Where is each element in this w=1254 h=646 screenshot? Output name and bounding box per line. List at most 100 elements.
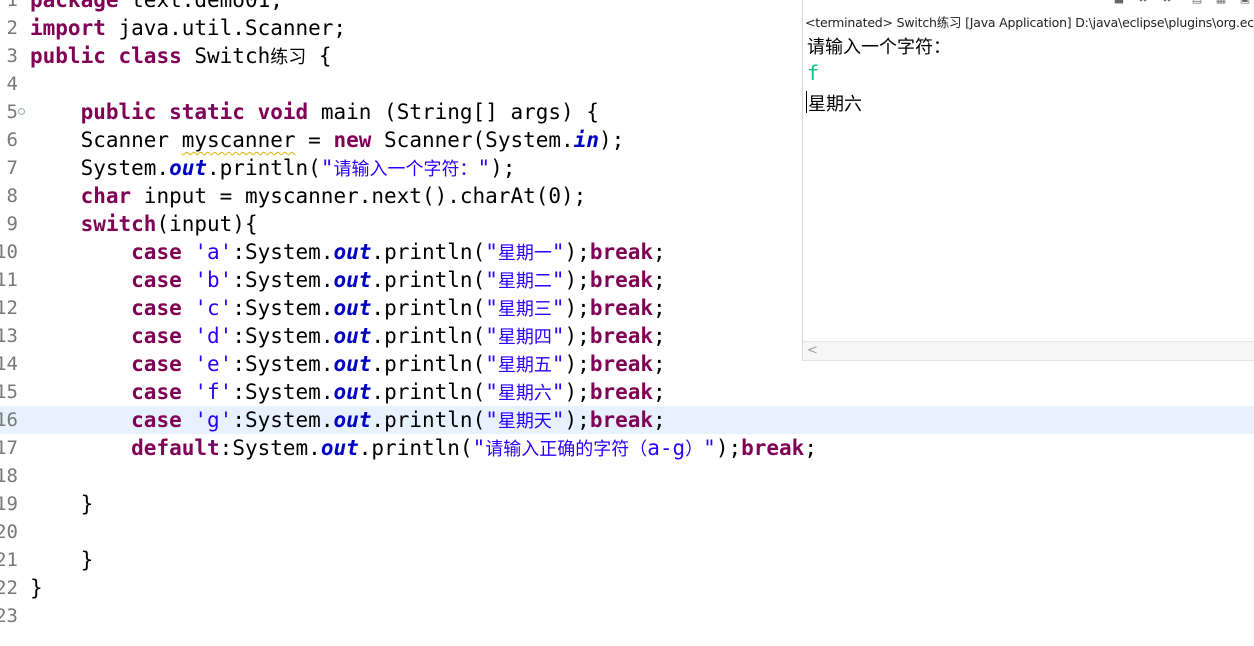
code-token: .println( bbox=[371, 268, 486, 292]
code-text: default:System.out.println("请输入正确的字符（a-g… bbox=[30, 434, 817, 464]
code-token: ); bbox=[564, 324, 590, 348]
code-token: :System. bbox=[232, 240, 334, 264]
code-token: import bbox=[30, 16, 106, 40]
code-token: 星期六 bbox=[497, 383, 552, 404]
code-token: ） bbox=[685, 439, 704, 460]
line-number: 5 bbox=[6, 101, 18, 123]
code-line[interactable]: 23 bbox=[0, 602, 1254, 630]
code-text: switch(input){ bbox=[30, 210, 258, 238]
code-line[interactable]: 16 case 'g':System.out.println("星期天");br… bbox=[0, 406, 1254, 434]
code-token: .println( bbox=[371, 240, 486, 264]
console-view[interactable]: ■ ✖ ✖ ▤ ▦ ▣ <terminated> Switch练习 [Java … bbox=[802, 0, 1254, 361]
code-token: " bbox=[551, 268, 565, 292]
code-token: 星期二 bbox=[497, 271, 552, 292]
console-horizontal-scrollbar[interactable]: < bbox=[803, 341, 1254, 360]
code-token: :System. bbox=[232, 352, 334, 376]
code-token: a-g bbox=[647, 436, 686, 460]
code-token: ); bbox=[564, 268, 590, 292]
code-token: break bbox=[589, 352, 654, 376]
line-number: 16 bbox=[0, 409, 18, 431]
code-token: 星期天 bbox=[497, 411, 552, 432]
code-token: in bbox=[573, 128, 599, 152]
code-token: out bbox=[169, 156, 208, 180]
code-line[interactable]: 19 } bbox=[0, 490, 1254, 518]
console-status: <terminated> Switch练习 [Java Application]… bbox=[805, 15, 1254, 30]
code-text: } bbox=[30, 490, 94, 518]
code-token: package bbox=[30, 0, 119, 12]
code-token: default bbox=[131, 436, 220, 460]
code-token: " bbox=[485, 240, 498, 264]
code-token: } bbox=[30, 492, 94, 516]
code-token: System. bbox=[30, 156, 170, 180]
code-token: 'c' bbox=[194, 296, 233, 320]
code-token: break bbox=[741, 436, 805, 460]
code-text: case 'b':System.out.println("星期二");break… bbox=[30, 266, 666, 296]
line-number: 10 bbox=[0, 241, 18, 263]
code-line[interactable]: 18 bbox=[0, 462, 1254, 490]
console-caret bbox=[806, 91, 807, 113]
code-token: } bbox=[30, 548, 94, 572]
code-line[interactable]: 22} bbox=[0, 574, 1254, 602]
line-number: 17 bbox=[0, 437, 18, 459]
code-token: case bbox=[131, 380, 182, 404]
code-token: public bbox=[30, 44, 106, 68]
code-token: 星期一 bbox=[497, 243, 552, 264]
code-token: class bbox=[118, 44, 182, 68]
code-text: } bbox=[30, 574, 43, 602]
code-token: input = myscanner.next().charAt(0); bbox=[131, 184, 587, 208]
code-token: text.demo01; bbox=[118, 0, 283, 12]
code-token: 星期三 bbox=[497, 299, 552, 320]
code-token: :System. bbox=[232, 296, 334, 320]
line-number: 1 bbox=[6, 0, 18, 11]
code-token: out bbox=[333, 268, 372, 292]
code-token: " bbox=[551, 408, 565, 432]
line-number: 11 bbox=[0, 269, 18, 291]
scroll-left-icon[interactable]: < bbox=[807, 343, 818, 358]
code-token: 练习 bbox=[270, 47, 307, 68]
code-token: ); bbox=[564, 408, 590, 432]
code-token: " bbox=[477, 156, 491, 180]
code-token: .println( bbox=[371, 352, 486, 376]
remove-all-icon[interactable]: ✖ bbox=[1161, 0, 1173, 4]
fold-toggle-icon[interactable] bbox=[18, 108, 25, 115]
code-token: ; bbox=[653, 352, 666, 376]
code-token: " bbox=[485, 380, 498, 404]
code-text: package text.demo01; bbox=[30, 0, 283, 14]
line-number: 20 bbox=[0, 521, 18, 543]
code-text: case 'c':System.out.println("星期三");break… bbox=[30, 294, 666, 324]
code-token: 'e' bbox=[194, 352, 233, 376]
code-line[interactable]: 21 } bbox=[0, 546, 1254, 574]
scroll-lock-icon[interactable]: ▦ bbox=[1215, 0, 1227, 4]
code-line[interactable]: 20 bbox=[0, 518, 1254, 546]
code-token: " bbox=[320, 156, 334, 180]
code-token: ); bbox=[715, 436, 742, 460]
line-number: 13 bbox=[0, 325, 18, 347]
clear-console-icon[interactable]: ▤ bbox=[1191, 0, 1203, 4]
console-output-prompt: 请输入一个字符： bbox=[807, 37, 951, 58]
code-token: case bbox=[131, 240, 182, 264]
code-token: break bbox=[589, 324, 654, 348]
stop-icon[interactable]: ■ bbox=[1113, 0, 1125, 4]
code-line[interactable]: 17 default:System.out.println("请输入正确的字符（… bbox=[0, 434, 1254, 462]
code-token: ; bbox=[653, 296, 666, 320]
line-number: 12 bbox=[0, 297, 18, 319]
code-token: = bbox=[295, 128, 334, 152]
pin-console-icon[interactable]: ▣ bbox=[1239, 0, 1251, 4]
code-token: ; bbox=[653, 240, 666, 264]
code-token: ); bbox=[564, 352, 590, 376]
line-number: 21 bbox=[0, 549, 18, 571]
code-token: { bbox=[306, 44, 332, 68]
code-token: ); bbox=[598, 128, 625, 152]
code-token: :System. bbox=[232, 268, 334, 292]
remove-icon[interactable]: ✖ bbox=[1137, 0, 1149, 4]
code-line[interactable]: 15 case 'f':System.out.println("星期六");br… bbox=[0, 378, 1254, 406]
